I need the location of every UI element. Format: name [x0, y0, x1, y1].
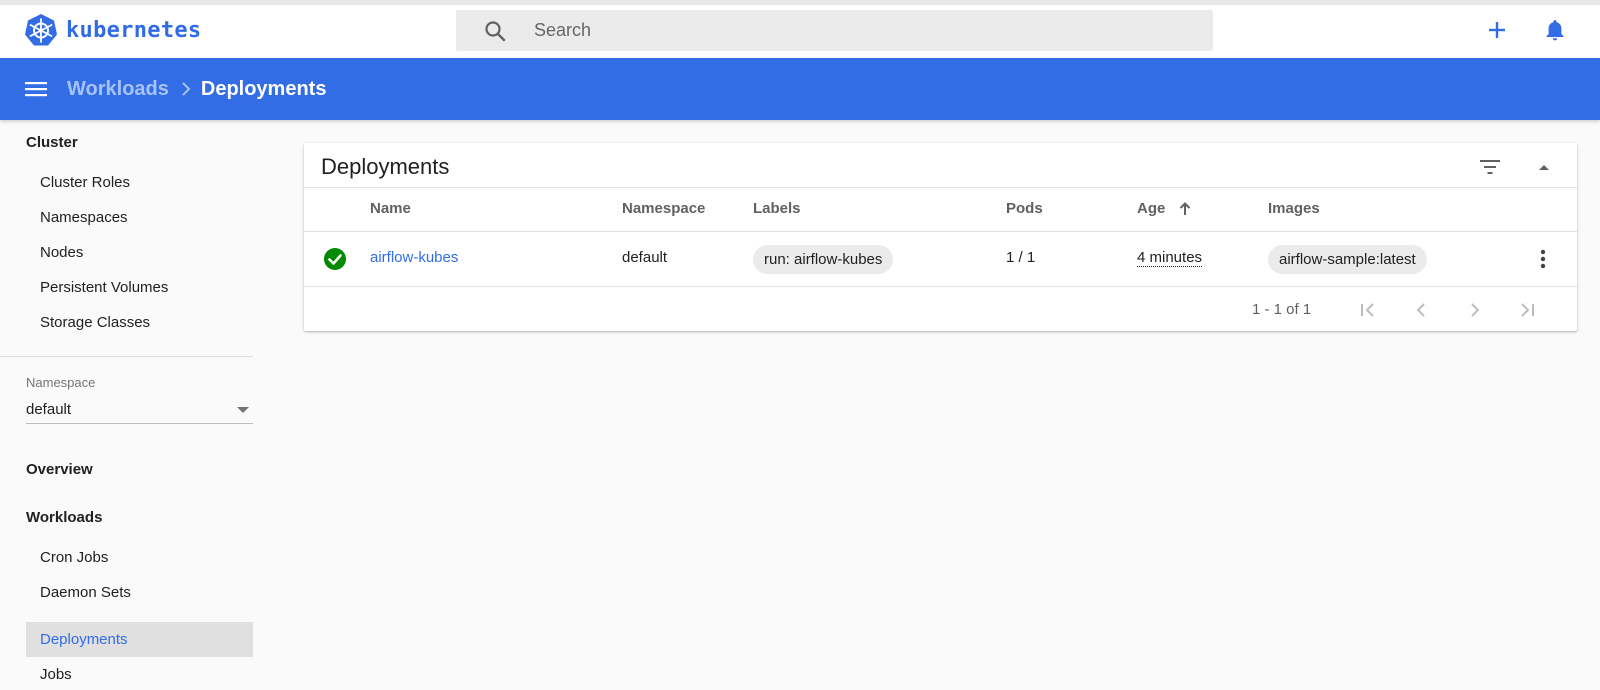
menu-button[interactable]: [23, 76, 49, 102]
deployment-name-link[interactable]: airflow-kubes: [370, 249, 458, 266]
sidebar-item-storage-classes[interactable]: Storage Classes: [26, 305, 253, 340]
plus-icon: [1489, 22, 1505, 38]
sidebar-item-namespaces[interactable]: Namespaces: [26, 200, 253, 235]
label-chip: run: airflow-kubes: [753, 245, 894, 274]
deployment-age: 4 minutes: [1137, 249, 1203, 267]
filter-button[interactable]: [1476, 153, 1504, 181]
collapse-button[interactable]: [1530, 153, 1558, 181]
sidebar-item-daemon-sets[interactable]: Daemon Sets: [26, 575, 253, 610]
last-page-button[interactable]: [1511, 295, 1541, 325]
page-title: Deployments: [200, 77, 327, 100]
deployment-namespace: default: [622, 249, 668, 266]
namespace-select[interactable]: default: [26, 397, 253, 424]
first-page-button[interactable]: [1354, 295, 1384, 325]
column-header-pods: Pods: [1006, 200, 1043, 217]
sidebar-header-cluster[interactable]: Cluster: [26, 134, 78, 151]
sidebar-item-cluster-roles[interactable]: Cluster Roles: [26, 165, 253, 200]
create-button[interactable]: [1482, 15, 1512, 45]
sidebar-header-overview[interactable]: Overview: [26, 461, 93, 478]
check-circle-icon: [324, 248, 346, 270]
first-page-icon: [1361, 303, 1374, 317]
footer-divider: [304, 286, 1577, 287]
last-page-icon: [1521, 303, 1534, 317]
sidebar-item-deployments[interactable]: Deployments: [26, 622, 253, 657]
chevron-left-icon: [1416, 303, 1425, 317]
column-header-labels: Labels: [753, 200, 801, 217]
column-header-age-label: Age: [1137, 200, 1166, 217]
arrow-up-icon: [1180, 201, 1191, 215]
sidebar-item-persistent-volumes[interactable]: Persistent Volumes: [26, 270, 253, 305]
namespace-value: default: [26, 401, 72, 418]
search-input[interactable]: [534, 20, 1134, 41]
top-bar: kubernetes: [0, 0, 1600, 58]
kubernetes-logo[interactable]: kubernetes: [24, 13, 201, 47]
deployments-card: Deployments Name Namespace Labels Pods A…: [304, 143, 1577, 331]
column-header-images: Images: [1268, 200, 1320, 217]
image-chip: airflow-sample:latest: [1268, 245, 1427, 274]
chevron-right-icon: [181, 81, 191, 97]
pagination-range: 1 - 1 of 1: [1252, 301, 1312, 318]
next-page-button[interactable]: [1460, 295, 1490, 325]
logo-text: kubernetes: [66, 17, 202, 43]
dropdown-arrow-icon: [237, 407, 249, 413]
kubernetes-helm-icon: [25, 14, 57, 46]
sidebar: Cluster Cluster Roles Namespaces Nodes P…: [0, 120, 254, 690]
search-bar[interactable]: [456, 10, 1213, 51]
filter-list-icon: [1480, 160, 1500, 174]
row-actions-button[interactable]: [1530, 246, 1556, 272]
row-divider: [304, 231, 1577, 232]
sidebar-item-cron-jobs[interactable]: Cron Jobs: [26, 540, 253, 575]
bell-icon: [1546, 20, 1564, 41]
previous-page-button[interactable]: [1406, 295, 1436, 325]
deployment-pods: 1 / 1: [1006, 249, 1036, 266]
sidebar-header-workloads[interactable]: Workloads: [26, 509, 102, 526]
namespace-label: Namespace: [26, 375, 96, 390]
header-divider: [304, 187, 1577, 188]
top-actions: [1482, 15, 1570, 45]
notifications-button[interactable]: [1540, 15, 1570, 45]
breadcrumb-workloads-link[interactable]: Workloads: [67, 78, 169, 101]
column-header-namespace[interactable]: Namespace: [622, 200, 705, 217]
sidebar-item-nodes[interactable]: Nodes: [26, 235, 253, 270]
sidebar-item-jobs[interactable]: Jobs: [26, 657, 253, 690]
sidebar-divider: [0, 356, 253, 357]
more-vert-icon: [1540, 249, 1546, 269]
card-title: Deployments: [321, 154, 450, 179]
caret-up-icon: [1539, 165, 1549, 170]
column-header-name[interactable]: Name: [370, 200, 411, 217]
search-icon: [485, 20, 506, 41]
breadcrumb: Workloads Deployments: [0, 58, 1600, 120]
column-header-age[interactable]: Age: [1137, 200, 1191, 217]
chevron-right-icon: [1471, 303, 1480, 317]
hamburger-menu-icon: [25, 82, 47, 97]
